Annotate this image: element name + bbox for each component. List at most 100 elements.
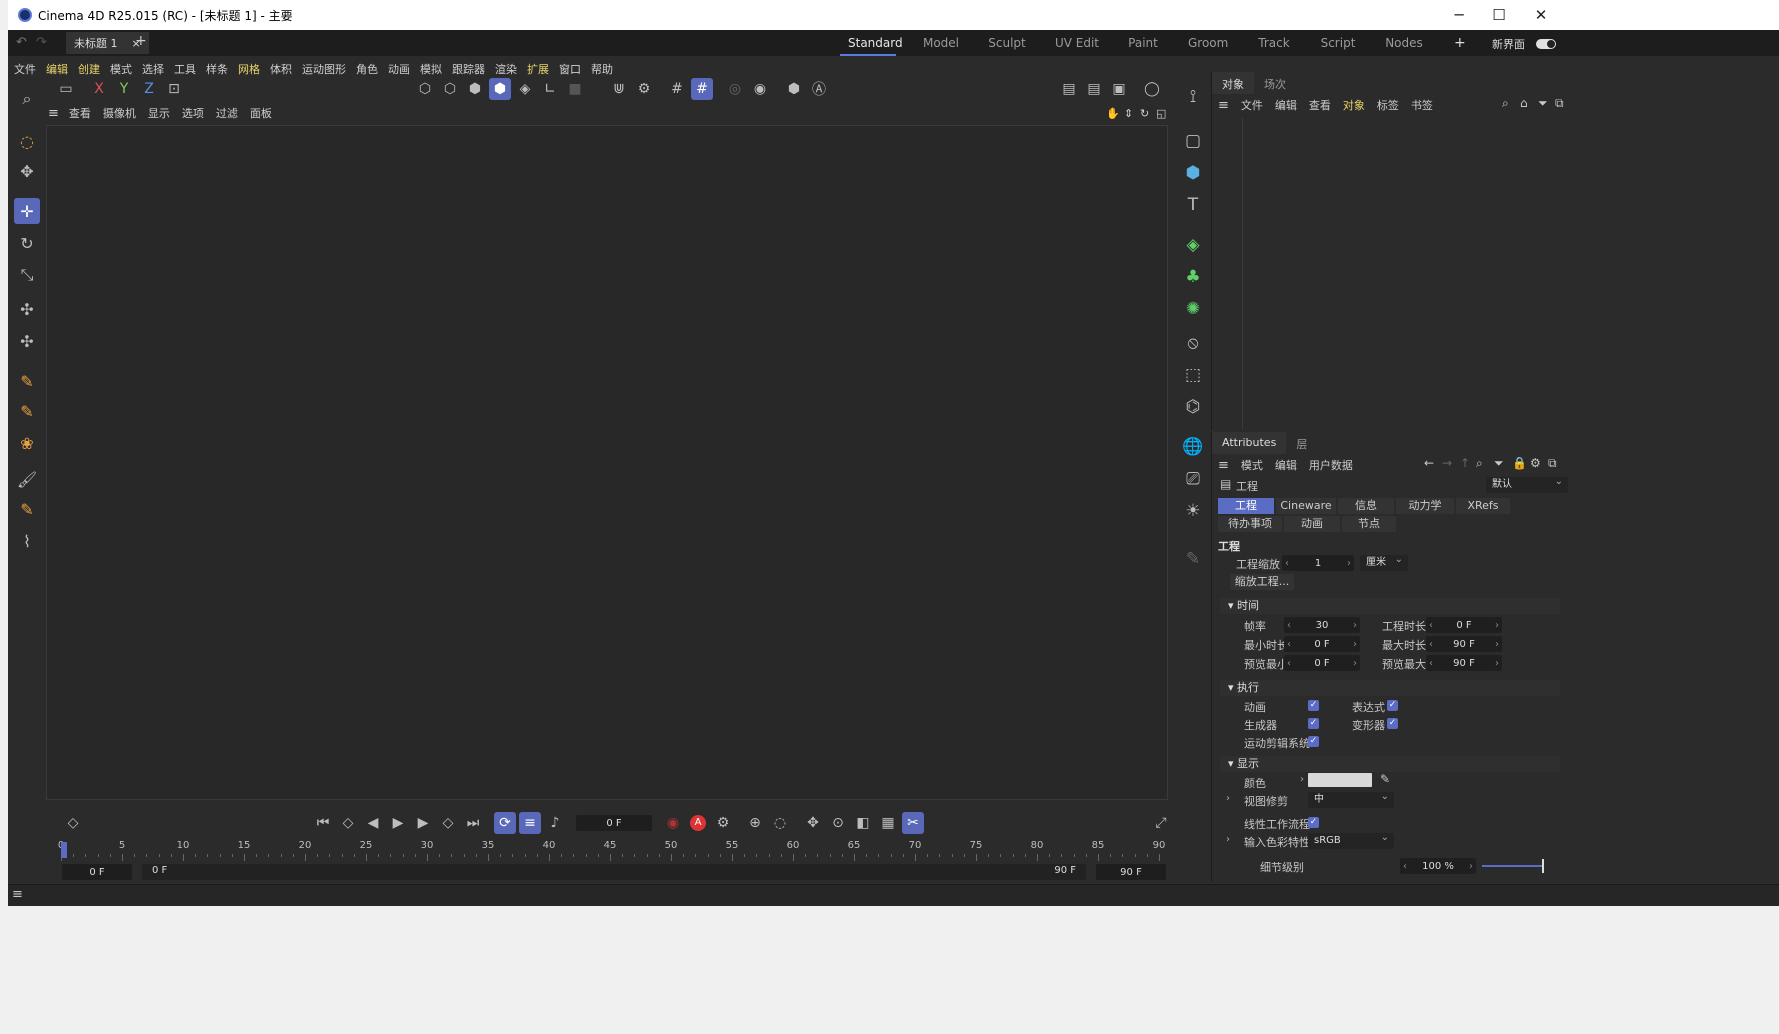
menu-help[interactable]: 帮助 (591, 61, 613, 77)
menu-file[interactable]: 文件 (14, 61, 36, 77)
render-view-icon[interactable]: ▤ (1058, 78, 1080, 100)
grid-icon[interactable]: # (666, 78, 688, 100)
menu-animate[interactable]: 动画 (388, 61, 410, 77)
undo-view-icon[interactable]: ▭ (55, 78, 77, 100)
undo-icon[interactable]: ↶ (16, 35, 27, 50)
tab-objects[interactable]: 对象 (1212, 72, 1254, 94)
menu-render[interactable]: 渲染 (495, 61, 517, 77)
texture-mode-icon[interactable]: ■ (564, 78, 586, 100)
lod-field[interactable]: 100 % (1400, 858, 1476, 874)
current-frame-field[interactable]: 0 F (576, 815, 652, 831)
toggle-view-icon[interactable]: ◱ (1156, 107, 1166, 120)
preview-max-field[interactable]: 90 F (1426, 655, 1502, 671)
z-axis-button[interactable]: Z (138, 78, 160, 100)
auto-key-icon[interactable]: Ⓐ (808, 78, 830, 100)
menu-simulate[interactable]: 模拟 (420, 61, 442, 77)
playback-rate-icon[interactable]: ≡ (519, 812, 541, 834)
symmetry-icon[interactable]: ◉ (749, 78, 771, 100)
add-tab-button[interactable]: + (135, 33, 147, 49)
timeline-graph-icon[interactable]: ⤢ (1150, 812, 1172, 834)
light-icon[interactable]: ☀ (1180, 498, 1206, 524)
close-window-button[interactable]: ✕ (1518, 0, 1564, 30)
motion-system-checkbox[interactable]: ✓ (1308, 736, 1319, 747)
layout-tab-uv-edit[interactable]: UV Edit (1044, 30, 1110, 56)
animation-checkbox[interactable]: ✓ (1308, 700, 1319, 711)
attr-tab-dynamics[interactable]: 动力学 (1396, 498, 1454, 514)
viewport-menu-display[interactable]: 显示 (148, 105, 170, 121)
menu-mode[interactable]: 模式 (110, 61, 132, 77)
scale-field[interactable]: 1 (1282, 555, 1354, 571)
spline-sketch-icon[interactable]: ✎ (14, 398, 40, 424)
menu-tools[interactable]: 工具 (174, 61, 196, 77)
mograph-effector-icon[interactable]: ✺ (1180, 296, 1206, 322)
attr-tab-todo[interactable]: 待办事项 (1218, 516, 1282, 532)
maximize-button[interactable]: ☐ (1476, 0, 1522, 30)
viewport-menu-camera[interactable]: 摄像机 (103, 105, 136, 121)
selection-tools-icon[interactable]: ✥ (14, 158, 40, 184)
attr-settings-icon[interactable]: ⚙ (1530, 456, 1541, 470)
attr-forward-icon[interactable]: → (1442, 456, 1452, 470)
om-menu-edit[interactable]: 编辑 (1275, 97, 1297, 113)
keyframe-icon[interactable]: ◇ (62, 812, 84, 834)
om-home-icon[interactable]: ⌂ (1520, 96, 1528, 110)
tab-layers[interactable]: 层 (1286, 432, 1317, 454)
snap-settings-icon[interactable]: ⚙ (633, 78, 655, 100)
view-clip-expand-icon[interactable]: › (1226, 793, 1230, 804)
commander-icon[interactable]: ⟟ (1180, 84, 1206, 110)
lod-slider[interactable] (1482, 865, 1544, 867)
key-position-icon[interactable]: ⊕ (744, 812, 766, 834)
move-tool-icon[interactable]: ✛ (14, 198, 40, 224)
tab-takes[interactable]: 场次 (1254, 72, 1296, 94)
attr-lock-icon[interactable]: 🔒 (1512, 456, 1527, 470)
polygons-mode-icon[interactable]: ⬢ (464, 78, 486, 100)
keying-settings-icon[interactable]: ⚙ (712, 812, 734, 834)
input-color-dropdown[interactable]: sRGB (1308, 830, 1394, 849)
attr-menu-userdata[interactable]: 用户数据 (1309, 457, 1353, 473)
menu-create[interactable]: 创建 (78, 61, 100, 77)
menu-mograph[interactable]: 运动图形 (302, 61, 346, 77)
layout-tab-sculpt[interactable]: Sculpt (978, 30, 1036, 56)
min-time-field[interactable]: 0 F (62, 864, 132, 880)
color-swatch[interactable] (1308, 773, 1372, 787)
sound-icon[interactable]: ♪ (544, 812, 566, 834)
redo-icon[interactable]: ↷ (36, 35, 47, 50)
brush-icon[interactable]: 🖌 (14, 466, 40, 492)
menu-select[interactable]: 选择 (142, 61, 164, 77)
previous-key-icon[interactable]: ◇ (337, 812, 359, 834)
layout-tab-model[interactable]: Model (912, 30, 970, 56)
cube-icon[interactable]: ⬢ (1180, 160, 1206, 186)
tab-attributes[interactable]: Attributes (1212, 432, 1287, 454)
menu-extensions[interactable]: 扩展 (527, 61, 549, 77)
menu-volume[interactable]: 体积 (270, 61, 292, 77)
fps-field[interactable]: 30 (1284, 617, 1360, 633)
menu-character[interactable]: 角色 (356, 61, 378, 77)
snap-tool-icon[interactable]: ✣ (14, 328, 40, 354)
paint-tool-icon[interactable]: ⌇ (14, 528, 40, 554)
linear-workflow-checkbox[interactable]: ✓ (1308, 817, 1319, 828)
attributes-hamburger-icon[interactable]: ≡ (1218, 458, 1229, 473)
workplane-icon[interactable]: # (691, 78, 713, 100)
input-color-expand-icon[interactable]: › (1226, 834, 1230, 845)
viewport-menu-view[interactable]: 查看 (69, 105, 91, 121)
field-icon[interactable]: ⬚ (1180, 362, 1206, 388)
attr-filter-icon[interactable]: ⏷ (1494, 456, 1504, 471)
view-clip-dropdown[interactable]: 中 (1308, 789, 1394, 808)
menu-edit[interactable]: 编辑 (46, 61, 68, 77)
scale-tool-icon[interactable]: ⤡ (14, 262, 40, 288)
layout-tab-groom[interactable]: Groom (1180, 30, 1236, 56)
edges-mode-icon[interactable]: ⬡ (439, 78, 461, 100)
om-newwindow-icon[interactable]: ⧉ (1555, 96, 1564, 111)
viewport-menu-options[interactable]: 选项 (182, 105, 204, 121)
attr-search-icon[interactable]: ⌕ (1476, 456, 1483, 471)
go-to-end-icon[interactable]: ⏭ (462, 812, 484, 834)
coordinate-system-icon[interactable]: ⊡ (163, 78, 185, 100)
attr-tab-info[interactable]: 信息 (1338, 498, 1394, 514)
attr-menu-edit[interactable]: 编辑 (1275, 457, 1297, 473)
om-menu-file[interactable]: 文件 (1241, 97, 1263, 113)
expressions-checkbox[interactable]: ✓ (1387, 700, 1398, 711)
deformers-checkbox[interactable]: ✓ (1387, 718, 1398, 729)
model-mode-icon[interactable]: ⬢ (489, 78, 511, 100)
render-settings-icon[interactable]: ▣ (1108, 78, 1130, 100)
om-menu-view[interactable]: 查看 (1309, 97, 1331, 113)
menu-tracker[interactable]: 跟踪器 (452, 61, 485, 77)
